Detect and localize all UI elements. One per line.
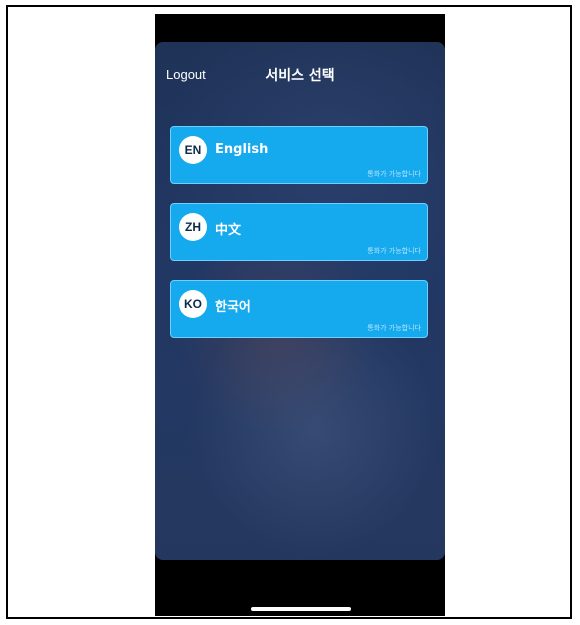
- service-card-korean[interactable]: KO 한국어 통화가 가능합니다: [170, 280, 428, 338]
- app-header: Logout 서비스 선택: [155, 42, 445, 104]
- home-indicator[interactable]: [251, 607, 351, 611]
- language-code-badge: KO: [179, 290, 207, 318]
- language-code-badge: ZH: [179, 213, 207, 241]
- availability-status: 통화가 가능합니다: [367, 324, 421, 332]
- phone-device: Logout 서비스 선택 EN English 통화가 가능합니다 ZH 中文…: [155, 14, 445, 616]
- language-name: 中文: [215, 223, 242, 238]
- service-card-chinese[interactable]: ZH 中文 통화가 가능합니다: [170, 203, 428, 261]
- app-screen: Logout 서비스 선택 EN English 통화가 가능합니다 ZH 中文…: [155, 42, 445, 560]
- language-name: English: [215, 142, 269, 157]
- availability-status: 통화가 가능합니다: [367, 247, 421, 255]
- availability-status: 통화가 가능합니다: [367, 170, 421, 178]
- page-title: 서비스 선택: [265, 68, 335, 84]
- language-code-badge: EN: [179, 136, 207, 164]
- service-card-english[interactable]: EN English 통화가 가능합니다: [170, 126, 428, 184]
- language-name: 한국어: [215, 300, 251, 315]
